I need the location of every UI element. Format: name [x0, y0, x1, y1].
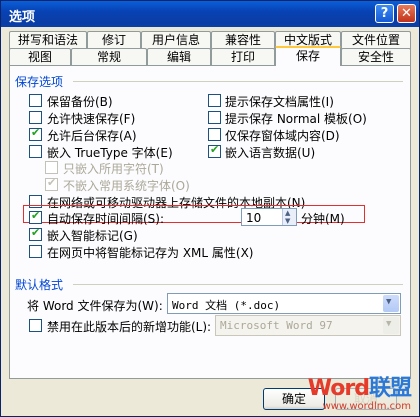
autosave-minutes-value: 10 [246, 211, 262, 225]
chevron-down-icon: ▼ [386, 319, 392, 329]
title-bar: 选项 ? ✕ [1, 1, 419, 27]
tab-spelling-grammar[interactable]: 拼写和语法 [9, 31, 87, 49]
chevron-down-icon: ▼ [386, 297, 392, 307]
spin-up-icon[interactable]: ▲ [285, 209, 290, 217]
spin-down-icon[interactable]: ▼ [285, 217, 290, 225]
tab-user-info[interactable]: 用户信息 [141, 31, 211, 49]
prompt-doc-props-label: 提示保存文档属性(I) [225, 95, 334, 109]
disable-new-features-checkbox[interactable] [29, 319, 42, 332]
close-button[interactable]: ✕ [397, 4, 416, 23]
spinner-buttons[interactable]: ▲ ▼ [282, 209, 296, 225]
tab-file-locations[interactable]: 文件位置 [341, 31, 411, 49]
background-save-label: 允许后台保存(A) [47, 129, 137, 143]
autosave-minutes-spinner[interactable]: 10 ▲ ▼ [241, 208, 297, 226]
xml-smart-tags-checkbox[interactable] [29, 245, 42, 258]
skip-system-fonts-checkbox[interactable] [45, 176, 58, 191]
autosave-label: 自动保存时间间隔(S): [47, 212, 165, 226]
dropdown-button[interactable]: ▼ [383, 317, 399, 334]
tab-security[interactable]: 安全性 [341, 48, 411, 66]
disable-new-features-label: 禁用在此版本后的新增功能(L): [47, 320, 212, 334]
tab-save[interactable]: 保存 [275, 46, 341, 66]
xml-smart-tags-label: 在网页中将智能标记存为 XML 属性(X) [47, 246, 254, 260]
background-save-checkbox[interactable] [29, 126, 42, 141]
watermark-brand: Word联盟 [307, 376, 412, 401]
embed-smart-tags-label: 嵌入智能标记(G) [47, 229, 138, 243]
version-select-value: Microsoft Word 97 [220, 319, 333, 332]
watermark-url: www.wordlm.com [322, 401, 411, 412]
save-as-label: 将 Word 文件保存为(W): [27, 299, 163, 313]
tab-general[interactable]: 常规 [71, 48, 147, 66]
prompt-doc-props-checkbox[interactable] [208, 94, 221, 107]
tab-compatibility[interactable]: 兼容性 [211, 31, 275, 49]
help-button[interactable]: ? [375, 4, 394, 23]
watermark-brand-word: Word [307, 376, 370, 401]
options-dialog: 选项 ? ✕ 拼写和语法 修订 用户信息 兼容性 中文版式 文件位置 视图 常规… [0, 0, 420, 417]
prompt-normal-template-label: 提示保存 Normal 模板(O) [225, 112, 367, 126]
save-form-data-checkbox[interactable] [208, 128, 221, 141]
fast-save-label: 允许快速保存(F) [47, 112, 136, 126]
dropdown-button[interactable]: ▼ [383, 295, 399, 312]
watermark-brand-lianmeng: 联盟 [368, 376, 412, 401]
tab-print[interactable]: 打印 [211, 48, 275, 66]
autosave-checkbox[interactable] [29, 209, 42, 224]
group-divider [73, 284, 403, 285]
skip-system-fonts-label: 不嵌入常用系统字体(O) [63, 179, 190, 193]
tab-track-changes[interactable]: 修订 [87, 31, 141, 49]
save-as-format-select[interactable]: Word 文档 (*.doc) ▼ [167, 293, 401, 314]
watermark-logo: Word联盟 www.wordlm.com [307, 376, 412, 413]
default-format-group-title: 默认格式 [15, 278, 64, 292]
prompt-normal-template-checkbox[interactable] [208, 111, 221, 124]
minutes-unit-label: 分钟(M) [301, 212, 345, 226]
embed-truetype-checkbox[interactable] [29, 145, 42, 158]
keep-backup-checkbox[interactable] [29, 94, 42, 107]
embed-used-chars-label: 只嵌入所用字符(T) [63, 162, 164, 176]
tab-edit[interactable]: 编辑 [147, 48, 211, 66]
embed-language-data-label: 嵌入语言数据(U) [225, 146, 316, 160]
embed-smart-tags-checkbox[interactable] [29, 226, 42, 241]
save-form-data-label: 仅保存窗体域内容(D) [225, 129, 340, 143]
save-as-format-value: Word 文档 (*.doc) [172, 299, 281, 312]
window-title: 选项 [9, 10, 36, 25]
embed-truetype-label: 嵌入 TrueType 字体(E) [47, 146, 173, 160]
keep-backup-label: 保留备份(B) [47, 95, 113, 109]
embed-language-data-checkbox[interactable] [208, 143, 221, 158]
version-select[interactable]: Microsoft Word 97 ▼ [215, 315, 401, 336]
group-divider [73, 81, 403, 82]
embed-used-chars-checkbox[interactable] [45, 161, 58, 174]
save-options-group-title: 保存选项 [15, 75, 64, 89]
fast-save-checkbox[interactable] [29, 111, 42, 124]
tab-view[interactable]: 视图 [9, 48, 71, 66]
